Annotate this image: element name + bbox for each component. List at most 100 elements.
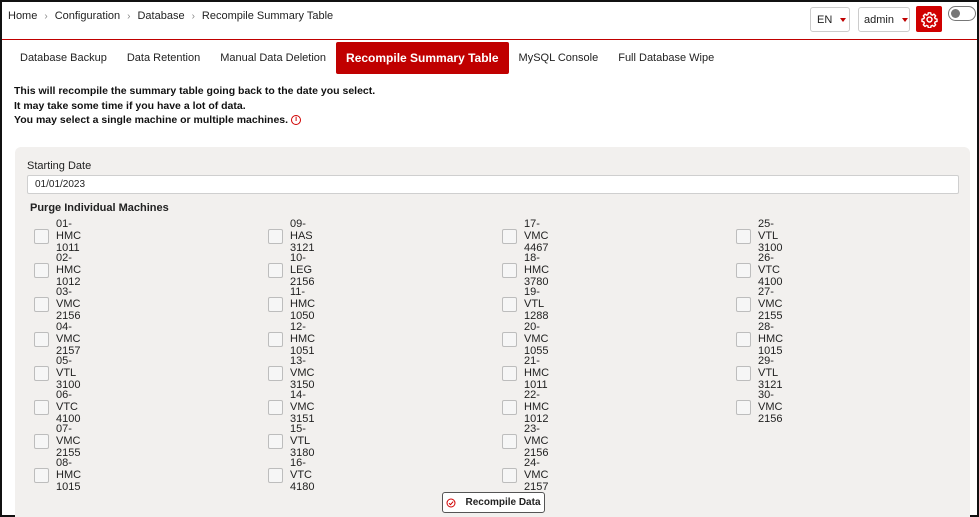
machine-label: 08-HMC 1015: [56, 457, 82, 493]
intro-line-2: It may take some time if you have a lot …: [14, 99, 246, 112]
machine-checkbox[interactable]: [268, 467, 283, 483]
caret-down-icon: [901, 17, 908, 22]
machine-checkbox[interactable]: [268, 433, 283, 449]
machine-checkbox[interactable]: [502, 331, 517, 347]
machine-checkbox-item[interactable]: 19-VTL 1288: [502, 286, 548, 322]
machine-label: 15-VTL 3180: [290, 423, 315, 459]
machine-checkbox-item[interactable]: 24-VMC 2157: [502, 457, 548, 493]
machine-label: 07-VMC 2155: [56, 423, 81, 459]
machine-checkbox[interactable]: [736, 228, 751, 244]
tab-recompile-summary-table[interactable]: Recompile Summary Table: [336, 42, 509, 74]
breadcrumb-home[interactable]: Home: [8, 10, 37, 22]
machine-label: 03-VMC 2156: [56, 286, 81, 322]
machine-checkbox[interactable]: [268, 365, 283, 381]
machine-checkbox-item[interactable]: 01-HMC 1011: [34, 218, 81, 254]
breadcrumb: Home › Configuration › Database › Recomp…: [8, 10, 333, 22]
intro-text: This will recompile the summary table go…: [14, 84, 375, 128]
machine-checkbox[interactable]: [502, 433, 517, 449]
starting-date-label: Starting Date: [27, 160, 92, 172]
machine-label: 02-HMC 1012: [56, 252, 82, 288]
gear-icon: [920, 11, 938, 28]
machine-checkbox[interactable]: [502, 365, 517, 381]
machine-checkbox[interactable]: [34, 228, 49, 244]
machine-checkbox-item[interactable]: 25-VTL 3100: [736, 218, 782, 254]
tab-mysql-console[interactable]: MySQL Console: [509, 42, 609, 74]
machine-checkbox-item[interactable]: 29-VTL 3121: [736, 355, 782, 391]
breadcrumb-database[interactable]: Database: [137, 10, 184, 22]
machine-checkbox-item[interactable]: 26-VTC 4100: [736, 252, 782, 288]
machine-checkbox[interactable]: [34, 331, 49, 347]
machine-checkbox-item[interactable]: 17-VMC 4467: [502, 218, 548, 254]
breadcrumb-configuration[interactable]: Configuration: [55, 10, 120, 22]
machine-label: 20-VMC 1055: [524, 321, 549, 357]
user-menu[interactable]: admin: [858, 7, 910, 32]
tab-manual-data-deletion[interactable]: Manual Data Deletion: [210, 42, 336, 74]
machine-checkbox-item[interactable]: 23-VMC 2156: [502, 423, 548, 459]
machine-checkbox-item[interactable]: 18-HMC 3780: [502, 252, 549, 288]
machine-checkbox[interactable]: [34, 296, 49, 312]
machine-checkbox-item[interactable]: 08-HMC 1015: [34, 457, 81, 493]
settings-button[interactable]: [916, 6, 942, 32]
machine-checkbox-item[interactable]: 03-VMC 2156: [34, 286, 80, 322]
machine-checkbox-item[interactable]: 27-VMC 2155: [736, 286, 782, 322]
machine-checkbox[interactable]: [736, 399, 751, 415]
machine-checkbox[interactable]: [268, 228, 283, 244]
machine-label: 26-VTC 4100: [758, 252, 783, 288]
machine-checkbox-item[interactable]: 30-VMC 2156: [736, 389, 782, 425]
theme-toggle[interactable]: [948, 6, 976, 21]
machine-checkbox[interactable]: [268, 399, 283, 415]
machine-checkbox[interactable]: [736, 262, 751, 278]
machine-checkbox[interactable]: [736, 331, 751, 347]
machine-checkbox[interactable]: [502, 467, 517, 483]
machine-checkbox-item[interactable]: 11-HMC 1050: [268, 286, 315, 322]
machine-checkbox-item[interactable]: 12-HMC 1051: [268, 321, 315, 357]
machine-checkbox[interactable]: [736, 365, 751, 381]
machine-checkbox-item[interactable]: 22-HMC 1012: [502, 389, 549, 425]
language-select[interactable]: EN: [810, 7, 850, 32]
machine-checkbox-item[interactable]: 09-HAS 3121: [268, 218, 314, 254]
machine-label: 16-VTC 4180: [290, 457, 315, 493]
tab-full-database-wipe[interactable]: Full Database Wipe: [608, 42, 724, 74]
machine-checkbox-item[interactable]: 28-HMC 1015: [736, 321, 783, 357]
machine-checkbox-item[interactable]: 21-HMC 1011: [502, 355, 549, 391]
machine-checkbox-item[interactable]: 14-VMC 3151: [268, 389, 314, 425]
machine-checkbox[interactable]: [34, 365, 49, 381]
machine-checkbox[interactable]: [502, 399, 517, 415]
intro-line-1: This will recompile the summary table go…: [14, 85, 376, 97]
machine-checkbox-item[interactable]: 02-HMC 1012: [34, 252, 81, 288]
machine-checkbox[interactable]: [268, 262, 283, 278]
machine-label: 10-LEG 2156: [290, 252, 315, 288]
app-window: Home › Configuration › Database › Recomp…: [0, 0, 979, 517]
machine-label: 05-VTL 3100: [56, 355, 81, 391]
machine-checkbox[interactable]: [34, 467, 49, 483]
language-value: EN: [817, 13, 833, 26]
tab-database-backup[interactable]: Database Backup: [10, 42, 117, 74]
machine-checkbox-item[interactable]: 20-VMC 1055: [502, 321, 548, 357]
intro-line-3: You may select a single machine or multi…: [14, 114, 289, 126]
info-icon[interactable]: i: [291, 115, 302, 126]
machine-checkbox-item[interactable]: 15-VTL 3180: [268, 423, 314, 459]
recompile-data-button[interactable]: Recompile Data: [442, 492, 545, 513]
purge-machines-title: Purge Individual Machines: [30, 202, 169, 214]
machine-checkbox[interactable]: [502, 262, 517, 278]
intro-line-3-wrap: You may select a single machine or multi…: [14, 113, 375, 128]
machine-checkbox-item[interactable]: 10-LEG 2156: [268, 252, 314, 288]
tab-data-retention[interactable]: Data Retention: [117, 42, 210, 74]
machine-checkbox-item[interactable]: 06-VTC 4100: [34, 389, 80, 425]
machine-checkbox[interactable]: [502, 296, 517, 312]
machine-checkbox-item[interactable]: 07-VMC 2155: [34, 423, 80, 459]
machine-checkbox-item[interactable]: 05-VTL 3100: [34, 355, 80, 391]
machine-checkbox-item[interactable]: 04-VMC 2157: [34, 321, 80, 357]
machine-checkbox[interactable]: [268, 296, 283, 312]
machine-checkbox[interactable]: [34, 433, 49, 449]
machine-checkbox[interactable]: [34, 262, 49, 278]
machine-checkbox-item[interactable]: 16-VTC 4180: [268, 457, 314, 493]
chevron-right-icon: ›: [127, 10, 131, 22]
machine-checkbox[interactable]: [736, 296, 751, 312]
machine-checkbox[interactable]: [34, 399, 49, 415]
starting-date-input[interactable]: [27, 175, 959, 194]
machine-checkbox[interactable]: [502, 228, 517, 244]
machine-checkbox[interactable]: [268, 331, 283, 347]
machine-checkbox-item[interactable]: 13-VMC 3150: [268, 355, 314, 391]
machine-label: 29-VTL 3121: [758, 355, 783, 391]
